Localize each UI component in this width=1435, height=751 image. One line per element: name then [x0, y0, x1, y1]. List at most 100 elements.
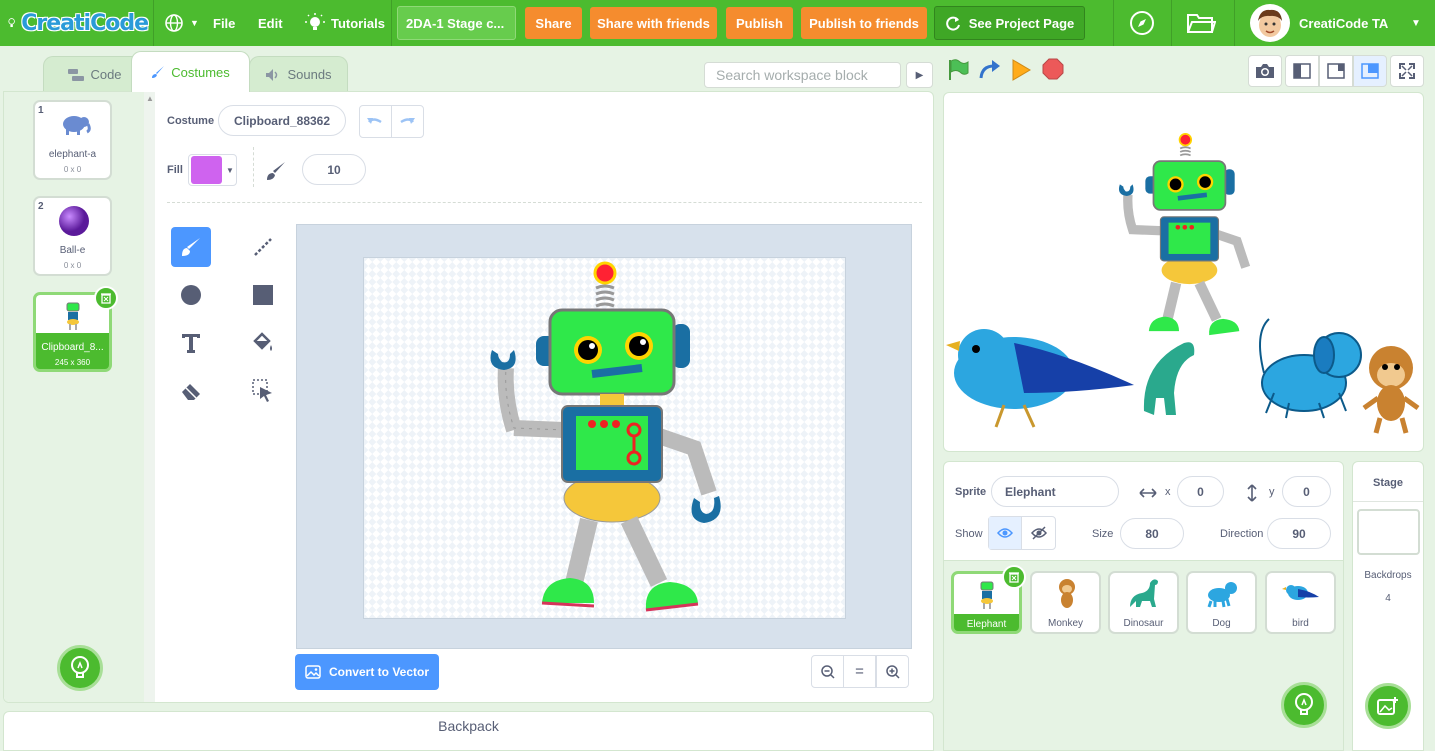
- folder-icon: [1187, 14, 1216, 33]
- tutorials-label: Tutorials: [331, 15, 385, 31]
- backdrops-count: 4: [1385, 593, 1391, 604]
- stage-canvas[interactable]: [943, 92, 1424, 452]
- language-menu[interactable]: ▼: [164, 0, 199, 46]
- green-flag-icon: [949, 59, 969, 80]
- trash-icon: [101, 293, 111, 304]
- backpack-panel[interactable]: Backpack: [3, 711, 934, 751]
- project-title-input[interactable]: 2DA-1 Stage c...: [397, 6, 516, 40]
- user-name[interactable]: CreatiCode TA: [1299, 0, 1388, 46]
- paint-canvas[interactable]: [363, 257, 846, 619]
- tool-eraser[interactable]: [171, 371, 211, 411]
- delete-sprite-button[interactable]: [1002, 565, 1026, 589]
- choose-costume-button[interactable]: [57, 645, 103, 691]
- code-blocks-icon: [68, 68, 85, 81]
- sprite-item-bird[interactable]: bird: [1265, 571, 1336, 634]
- sprite-item-dog[interactable]: Dog: [1186, 571, 1257, 634]
- zoom-out-icon: [820, 664, 835, 679]
- fullscreen-button[interactable]: [1390, 55, 1424, 87]
- brush-tool-icon: [182, 238, 200, 256]
- share-with-friends-button[interactable]: Share with friends: [590, 7, 717, 39]
- costume-name-input[interactable]: Clipboard_88362: [218, 105, 346, 136]
- outline-width-input[interactable]: 10: [302, 154, 366, 185]
- lightbulb-icon: [8, 18, 15, 28]
- tool-text[interactable]: [171, 323, 211, 363]
- play-button[interactable]: [1010, 58, 1032, 85]
- fill-label: Fill: [167, 164, 183, 176]
- sprite-item-monkey[interactable]: Monkey: [1030, 571, 1101, 634]
- refresh-icon: [945, 16, 960, 31]
- size-input[interactable]: 80: [1120, 518, 1184, 549]
- tab-costumes[interactable]: Costumes: [131, 51, 250, 92]
- delete-costume-button[interactable]: [94, 286, 118, 310]
- convert-to-vector-button[interactable]: Convert to Vector: [295, 654, 439, 690]
- monkey-thumbnail: [1059, 579, 1075, 608]
- tab-sounds-label: Sounds: [287, 67, 332, 82]
- stop-button[interactable]: [1042, 58, 1064, 83]
- lightbulb-icon: [1295, 693, 1313, 715]
- direction-input[interactable]: 90: [1267, 518, 1331, 549]
- user-menu-chevron-icon[interactable]: ▼: [1411, 0, 1421, 46]
- my-stuff-button[interactable]: [1186, 0, 1216, 46]
- user-avatar[interactable]: [1250, 4, 1290, 42]
- search-go-button[interactable]: ▶: [906, 62, 933, 88]
- zoom-reset-button[interactable]: =: [843, 655, 876, 688]
- tool-brush[interactable]: [171, 227, 211, 267]
- edit-menu[interactable]: Edit: [258, 0, 283, 46]
- tab-sounds[interactable]: Sounds: [249, 56, 348, 92]
- speaker-icon: [266, 68, 278, 81]
- zoom-out-button[interactable]: [811, 655, 844, 688]
- tutorials-menu[interactable]: Tutorials: [305, 0, 385, 46]
- large-stage-button[interactable]: [1353, 55, 1387, 87]
- search-workspace-input[interactable]: Search workspace block: [704, 62, 901, 88]
- redo-button[interactable]: [392, 106, 423, 137]
- creaticode-logo[interactable]: CreatiCode: [8, 6, 149, 40]
- costume-list-scrollbar[interactable]: ▲: [144, 92, 155, 702]
- small-stage-button[interactable]: [1285, 55, 1319, 87]
- publish-to-friends-button[interactable]: Publish to friends: [801, 7, 927, 39]
- publish-button[interactable]: Publish: [726, 7, 793, 39]
- eraser-icon: [182, 384, 200, 400]
- lightbulb-icon: [71, 656, 89, 678]
- x-input[interactable]: 0: [1177, 476, 1224, 507]
- explore-button[interactable]: [1128, 0, 1156, 46]
- stage-thumbnail[interactable]: [1357, 509, 1420, 555]
- green-flag-button[interactable]: [946, 58, 970, 85]
- undo-redo-group: [359, 105, 424, 138]
- tool-fill[interactable]: [243, 323, 283, 363]
- compass-icon: [1130, 11, 1154, 35]
- bird-thumbnail: [1282, 585, 1319, 600]
- see-project-page-button[interactable]: See Project Page: [934, 6, 1085, 40]
- costume-size: 245 x 360: [54, 358, 91, 367]
- stage-scene: [946, 133, 1420, 434]
- undo-button[interactable]: [360, 106, 392, 137]
- hide-sprite-button[interactable]: [1022, 517, 1055, 549]
- file-menu[interactable]: File: [213, 0, 235, 46]
- stage-selector-panel[interactable]: Stage Backdrops 4: [1352, 461, 1424, 751]
- costume-item-2[interactable]: 2 Ball-e 0 x 0: [33, 196, 112, 276]
- sprite-name: Monkey: [1047, 618, 1083, 629]
- redo-icon: [400, 117, 416, 124]
- choose-sprite-button[interactable]: [1281, 682, 1327, 728]
- tool-select[interactable]: [243, 371, 283, 411]
- sprite-item-dinosaur[interactable]: Dinosaur: [1108, 571, 1179, 634]
- eye-slash-icon: [1030, 526, 1047, 540]
- fill-swatch: [191, 156, 222, 184]
- sprite-name-input[interactable]: Elephant: [991, 476, 1119, 507]
- turbo-button[interactable]: [978, 58, 1002, 85]
- paint-canvas-area[interactable]: [296, 224, 912, 649]
- show-sprite-button[interactable]: [989, 517, 1023, 549]
- convert-to-vector-label: Convert to Vector: [328, 665, 430, 679]
- costume-name: Clipboard_8...: [41, 342, 104, 353]
- zoom-in-button[interactable]: [876, 655, 909, 688]
- fill-color-picker[interactable]: ▼: [188, 154, 237, 186]
- elephant-thumbnail: [63, 116, 91, 135]
- tool-line[interactable]: [243, 227, 283, 267]
- y-input[interactable]: 0: [1282, 476, 1331, 507]
- normal-stage-button[interactable]: [1319, 55, 1353, 87]
- screenshot-button[interactable]: [1248, 55, 1282, 87]
- tool-circle[interactable]: [171, 275, 211, 315]
- share-button[interactable]: Share: [525, 7, 582, 39]
- tool-rectangle[interactable]: [243, 275, 283, 315]
- costume-item-1[interactable]: 1 elephant-a 0 x 0: [33, 100, 112, 180]
- choose-backdrop-button[interactable]: [1365, 683, 1411, 729]
